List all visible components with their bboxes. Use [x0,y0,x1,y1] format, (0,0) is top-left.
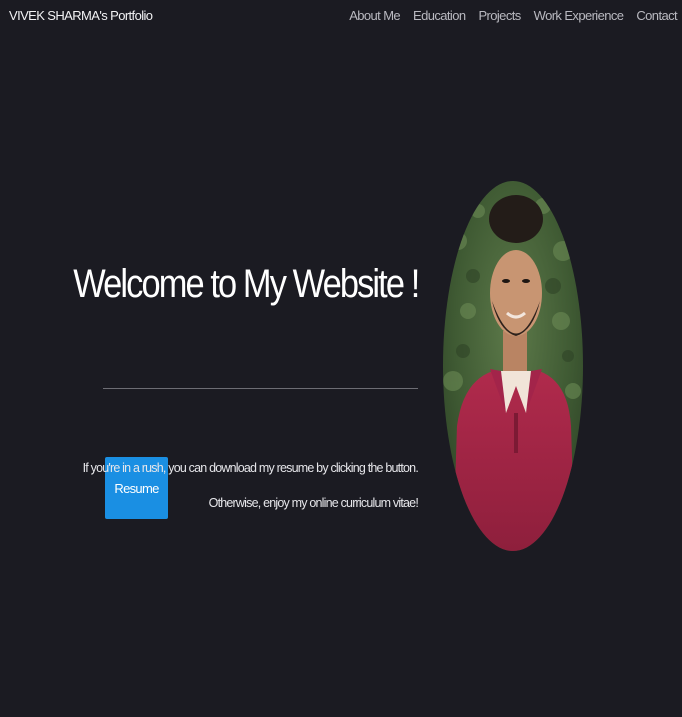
rush-text: If you're in a rush, you can download my… [82,461,419,475]
nav-link-work-experience[interactable]: Work Experience [534,8,624,23]
nav-link-projects[interactable]: Projects [478,8,521,23]
divider [103,388,418,389]
nav-link-about-me[interactable]: About Me [349,8,400,23]
welcome-heading: Welcome to My Website ! [72,262,420,306]
otherwise-text: Otherwise, enjoy my online curriculum vi… [208,496,419,510]
nav-links: About Me Education Projects Work Experie… [349,8,677,23]
nav-link-contact[interactable]: Contact [636,8,677,23]
brand-link[interactable]: VIVEK SHARMA's Portfolio [9,8,153,23]
profile-photo [443,181,583,551]
navbar: VIVEK SHARMA's Portfolio About Me Educat… [0,0,682,32]
page: VIVEK SHARMA's Portfolio About Me Educat… [0,0,682,717]
nav-link-education[interactable]: Education [413,8,466,23]
